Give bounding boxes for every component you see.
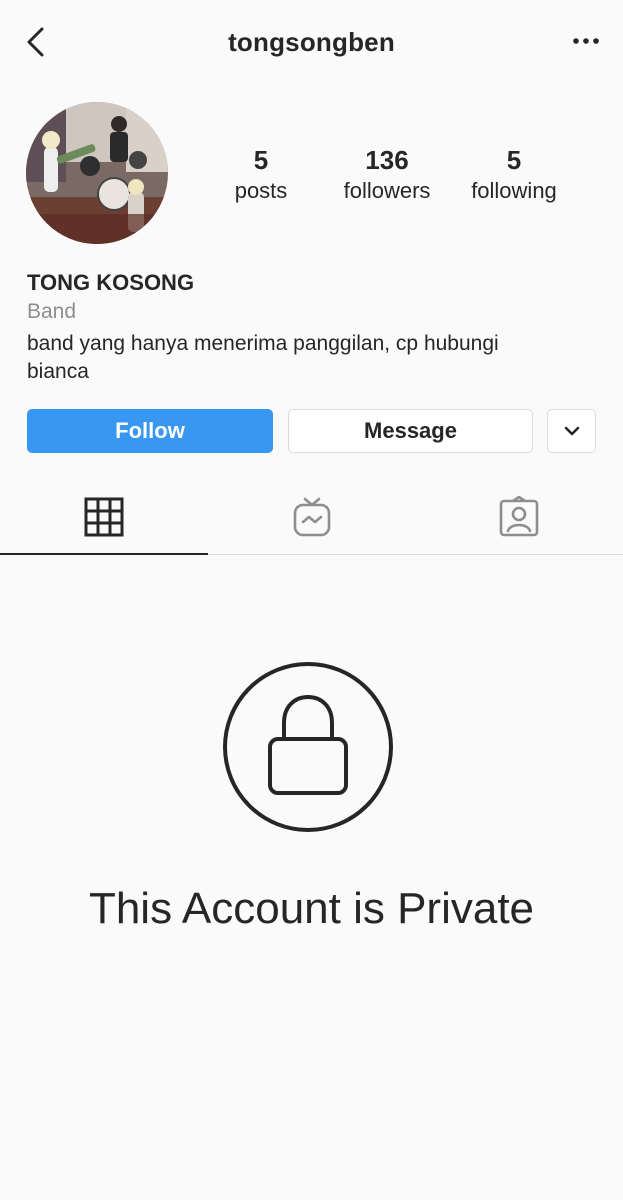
chevron-down-icon [564, 426, 579, 436]
stat-following[interactable]: 5 following [449, 144, 579, 206]
lock-icon [223, 662, 393, 832]
suggested-dropdown-button[interactable] [547, 409, 596, 453]
stat-value: 136 [365, 145, 409, 175]
profile-name: TONG KOSONG [27, 270, 195, 295]
top-bar: tongsongben [0, 0, 623, 84]
more-horizontal-icon[interactable] [571, 30, 601, 52]
profile-tabs [0, 480, 623, 555]
stat-value: 5 [253, 145, 269, 175]
tagged-icon [499, 496, 539, 537]
grid-icon [84, 497, 124, 536]
page-title: tongsongben [228, 27, 395, 57]
stat-label: following [471, 178, 557, 203]
private-notice [222, 661, 394, 833]
message-button[interactable]: Message [288, 409, 533, 453]
tab-posts-grid[interactable] [0, 480, 208, 555]
tab-tagged[interactable] [415, 480, 623, 554]
profile-category: Band [27, 300, 77, 323]
avatar[interactable] [26, 102, 168, 244]
stat-posts[interactable]: 5 posts [196, 144, 326, 206]
profile-bio: band yang hanya menerima panggilan, cp h… [27, 332, 499, 383]
private-account-title: This Account is Private [88, 884, 535, 933]
follow-button[interactable]: Follow [27, 409, 273, 453]
stat-label: followers [343, 178, 431, 203]
profile-stats: 5 posts 136 followers 5 following [196, 144, 596, 214]
stat-followers[interactable]: 136 followers [322, 144, 452, 206]
profile-photo [26, 102, 168, 244]
tab-igtv[interactable] [208, 480, 416, 554]
stat-label: posts [234, 178, 288, 203]
igtv-icon [293, 497, 331, 537]
stat-value: 5 [506, 145, 522, 175]
